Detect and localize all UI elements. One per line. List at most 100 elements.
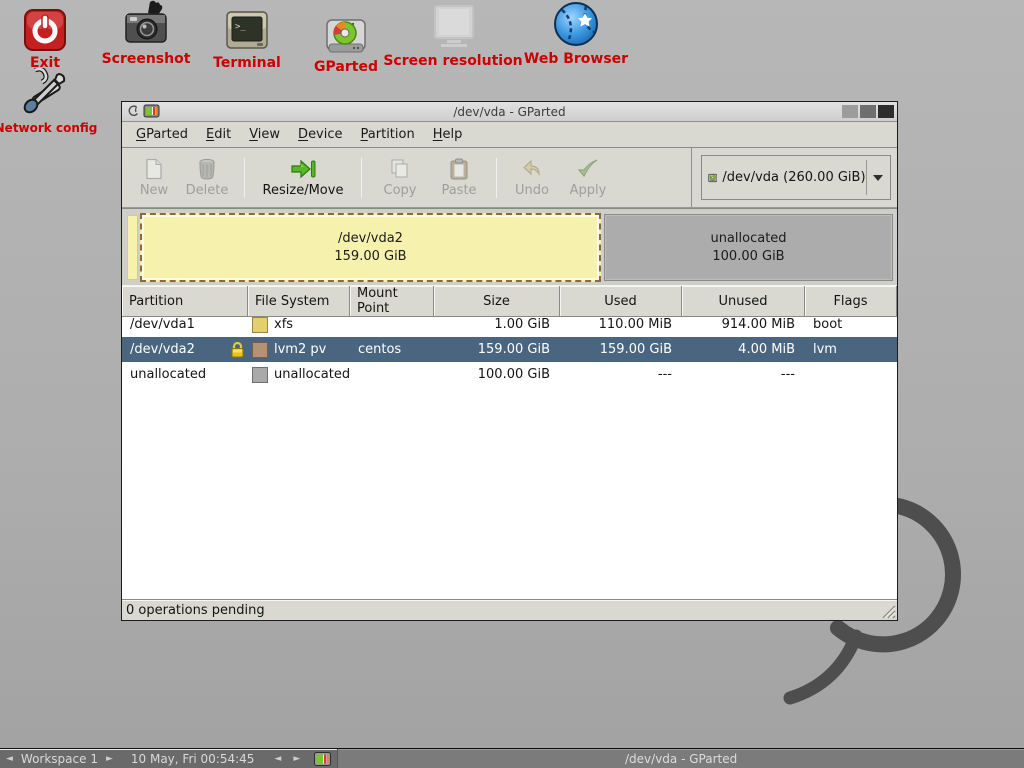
apply-button[interactable]: Apply (559, 152, 617, 204)
undo-label: Undo (515, 183, 549, 198)
visual-unallocated-size: 100.00 GiB (712, 248, 784, 266)
new-icon (143, 158, 165, 180)
task-button-label: /dev/vda - GParted (625, 752, 737, 766)
table-row-vda1[interactable]: /dev/vda1 xfs 1.00 GiB 110.00 MiB 914.00… (122, 312, 897, 337)
tools-icon (19, 70, 73, 118)
cell-size: 1.00 GiB (434, 312, 560, 337)
operations-pending-text: 0 operations pending (126, 603, 265, 618)
copy-icon (389, 158, 411, 180)
menu-gparted[interactable]: GParted (127, 124, 197, 145)
svg-text:>_: >_ (235, 22, 246, 32)
task-next-arrow[interactable]: ► (287, 754, 306, 764)
visual-vda2-size: 159.00 GiB (334, 248, 406, 266)
statusbar: 0 operations pending (122, 599, 897, 620)
toolbar-divider (691, 148, 692, 207)
window-title: /dev/vda - GParted (122, 105, 897, 119)
filesystem-color-swatch (252, 342, 268, 358)
cell-flags (805, 362, 897, 387)
taskbar-clock: 10 May, Fri 00:54:45 (119, 752, 269, 766)
toolbar-separator (361, 158, 362, 198)
menu-edit[interactable]: Edit (197, 124, 240, 145)
maximize-button[interactable] (860, 105, 876, 118)
wm-menu-swirl-icon[interactable] (126, 104, 140, 119)
toolbar-separator (244, 158, 245, 198)
cell-partition: unallocated (122, 362, 248, 387)
cell-partition: /dev/vda2 (130, 342, 195, 357)
cell-unused: 4.00 MiB (682, 337, 805, 362)
paste-button[interactable]: Paste (430, 152, 488, 204)
menubar: GParted Edit View Device Partition Help (122, 122, 897, 148)
globe-icon (552, 0, 600, 48)
cell-mount-point: centos (350, 337, 434, 362)
cell-used: 110.00 MiB (560, 312, 682, 337)
cell-unused: --- (682, 362, 805, 387)
new-label: New (140, 183, 168, 198)
cell-size: 159.00 GiB (434, 337, 560, 362)
toolbar: New Delete Resize/Move (122, 148, 897, 208)
cell-mount-point (350, 362, 434, 387)
menu-partition[interactable]: Partition (352, 124, 424, 145)
lock-icon (230, 341, 245, 358)
titlebar[interactable]: /dev/vda - GParted (122, 102, 897, 122)
workspace-label: Workspace 1 (19, 752, 100, 766)
device-selector[interactable]: /dev/vda (260.00 GiB) (701, 155, 891, 200)
paste-icon (449, 158, 469, 180)
filesystem-color-swatch (252, 317, 268, 333)
visual-vda2-label: /dev/vda2 (338, 230, 403, 248)
terminal-icon: >_ (225, 4, 269, 52)
table-row-unallocated[interactable]: unallocated unallocated 100.00 GiB --- -… (122, 362, 897, 387)
resize-grip[interactable] (880, 603, 896, 619)
close-button[interactable] (878, 105, 894, 118)
partition-table: Partition File System Mount Point Size U… (122, 286, 897, 599)
workspace-prev-arrow[interactable]: ◄ (0, 754, 19, 764)
copy-button[interactable]: Copy (370, 152, 430, 204)
cell-unused: 914.00 MiB (682, 312, 805, 337)
cell-filesystem: unallocated (274, 367, 350, 382)
apply-icon (576, 158, 600, 180)
toolbar-separator (496, 158, 497, 198)
table-header: Partition File System Mount Point Size U… (122, 286, 897, 312)
paste-label: Paste (441, 183, 476, 198)
desktop-icon-web-browser[interactable]: Web Browser (506, 0, 646, 67)
taskbar-task-gparted[interactable]: /dev/vda - GParted (337, 749, 1024, 768)
resize-move-label: Resize/Move (263, 183, 344, 198)
desktop-icon-label: Terminal (213, 55, 281, 71)
minimize-button[interactable] (842, 105, 858, 118)
resize-move-button[interactable]: Resize/Move (253, 152, 353, 204)
apply-label: Apply (570, 183, 607, 198)
workspace-pager: ◄ Workspace 1 ► (0, 752, 119, 766)
taskbar-app-icon (314, 752, 331, 766)
copy-label: Copy (384, 183, 417, 198)
cell-partition: /dev/vda1 (122, 312, 248, 337)
desktop-icon-label: Screen resolution (383, 53, 522, 69)
desktop-icon-screen-resolution[interactable]: Screen resolution (383, 2, 523, 69)
menu-help[interactable]: Help (424, 124, 472, 145)
menu-device[interactable]: Device (289, 124, 351, 145)
undo-button[interactable]: Undo (505, 152, 559, 204)
cell-filesystem: xfs (274, 317, 293, 332)
delete-label: Delete (186, 183, 229, 198)
gparted-window: /dev/vda - GParted GParted Edit View Dev… (121, 101, 898, 621)
visual-partition-vda2[interactable]: /dev/vda2 159.00 GiB (140, 213, 601, 282)
desktop-icon-network-config[interactable]: Network config (0, 70, 116, 135)
cell-used: --- (560, 362, 682, 387)
desktop: Exit Screenshot >_ Term (0, 0, 1024, 768)
workspace-next-arrow[interactable]: ► (100, 754, 119, 764)
visual-partition-vda1[interactable] (127, 215, 138, 280)
cell-flags: lvm (805, 337, 897, 362)
disk-icon (708, 169, 717, 187)
task-prev-arrow[interactable]: ◄ (268, 754, 287, 764)
delete-button[interactable]: Delete (178, 152, 236, 204)
table-row-vda2[interactable]: /dev/vda2 lvm2 pv centos 159.00 GiB 159.… (122, 337, 897, 362)
device-selector-value: /dev/vda (260.00 GiB) (722, 170, 865, 185)
power-icon (23, 4, 67, 52)
desktop-icon-label: Web Browser (524, 51, 628, 67)
desktop-icon-label: GParted (314, 59, 378, 75)
taskbar: ◄ Workspace 1 ► 10 May, Fri 00:54:45 ◄ ►… (0, 748, 1024, 768)
new-button[interactable]: New (130, 152, 178, 204)
camera-icon (120, 0, 172, 48)
visual-partition-unallocated[interactable]: unallocated 100.00 GiB (604, 214, 893, 281)
chevron-down-icon (873, 175, 883, 181)
delete-icon (197, 158, 217, 180)
menu-view[interactable]: View (240, 124, 289, 145)
